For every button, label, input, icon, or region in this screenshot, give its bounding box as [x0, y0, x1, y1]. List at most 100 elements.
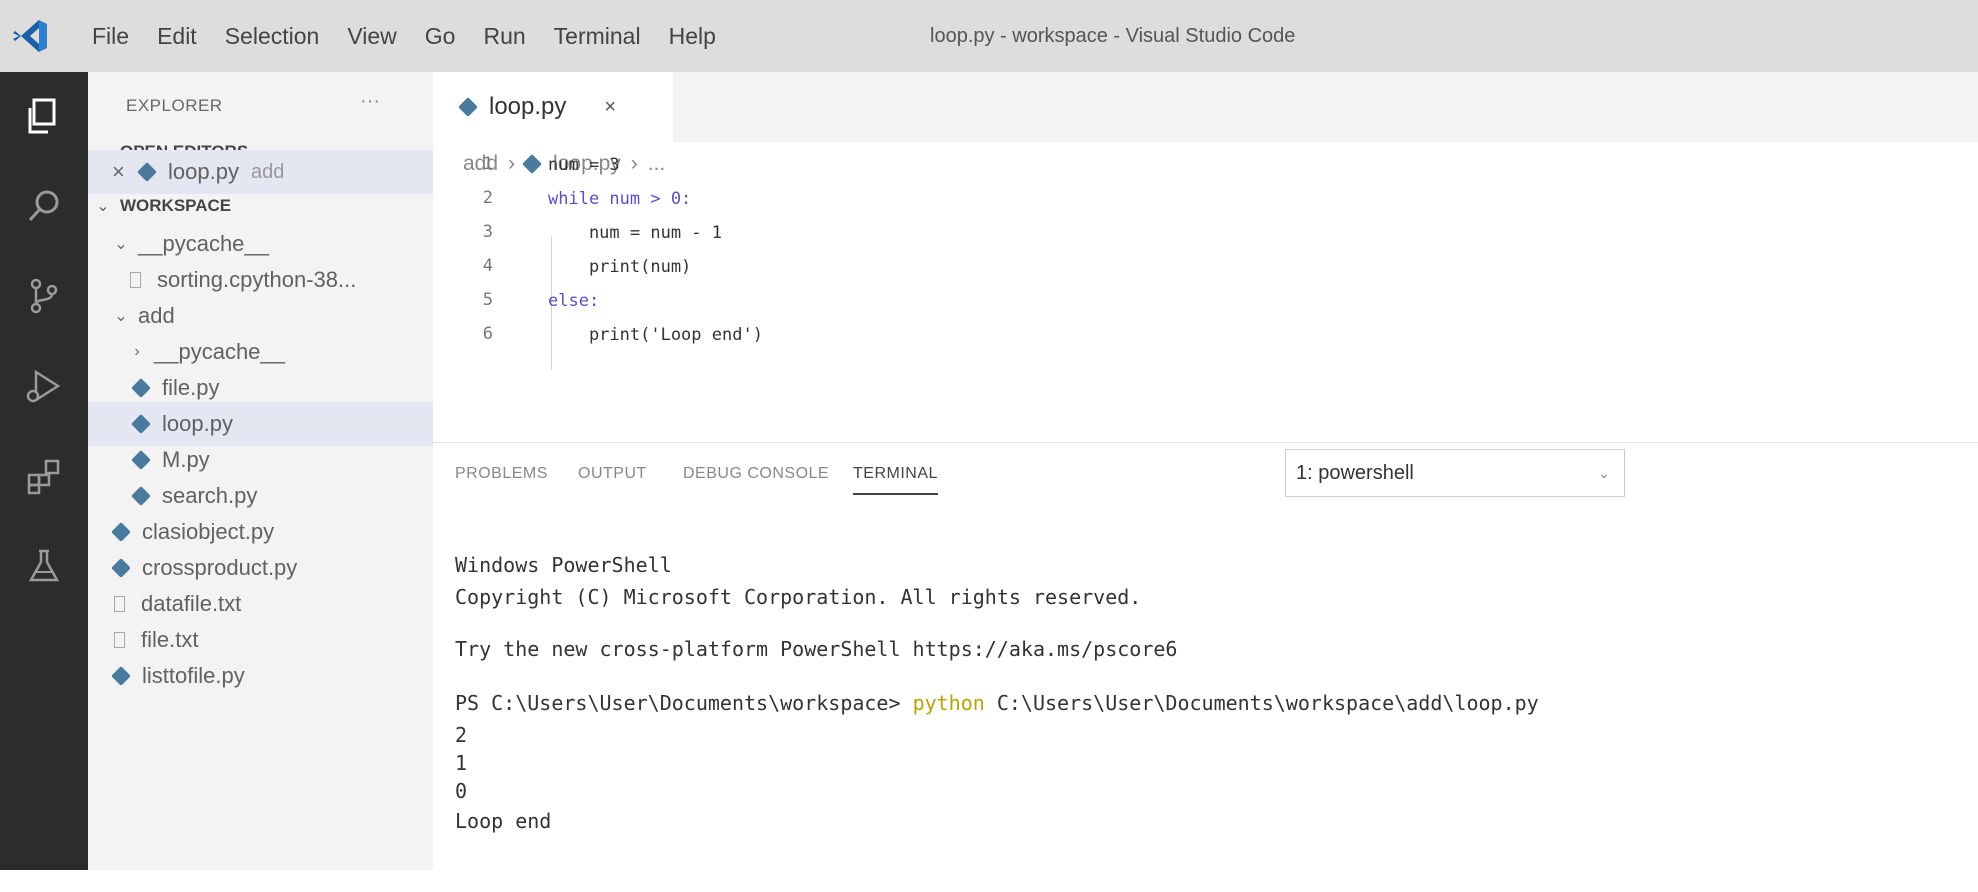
tree-item-label: clasiobject.py [142, 519, 275, 544]
code-line-text: num = 3 [548, 155, 620, 175]
code-text: num = num - 1 [548, 223, 722, 243]
tree-item-label: M.py [162, 447, 210, 472]
python-file-icon [131, 450, 151, 470]
source-control-icon[interactable] [14, 266, 74, 326]
python-file-icon [111, 666, 131, 686]
code-text: while num > 0: [548, 189, 691, 209]
line-number: 3 [482, 222, 493, 242]
tree-item-label: file.py [162, 375, 220, 400]
terminal-output: 0 [455, 779, 468, 803]
terminal-command: python [912, 691, 985, 715]
chevron-down-icon: ⌄ [114, 308, 128, 325]
menu-go[interactable]: Go [411, 23, 470, 50]
file-icon [114, 596, 125, 612]
editor-line-4: 4 print(num) [433, 249, 692, 283]
file-icon [114, 632, 125, 648]
editor-tab-bar: loop.py × [433, 72, 1978, 142]
tree-item-label: __pycache__ [154, 339, 285, 364]
line-number: 6 [482, 324, 493, 344]
menu-view[interactable]: View [333, 23, 410, 50]
menu-selection[interactable]: Selection [211, 23, 334, 50]
vscode-window: File Edit Selection View Go Run Terminal… [0, 0, 1978, 870]
menu-help[interactable]: Help [655, 23, 730, 50]
open-editor-dir: add [250, 160, 285, 183]
editor-line-3: 3 num = num - 1 [433, 215, 722, 249]
editor-line-5: 5 else: [433, 283, 599, 317]
editor-line-1: 1 num = 3 [433, 147, 620, 181]
code-line-text: print('Loop end') [548, 325, 763, 345]
code-text: print('Loop end') [548, 325, 763, 345]
run-debug-icon[interactable] [14, 356, 74, 416]
chevron-down-icon: ⌄ [1598, 464, 1610, 481]
python-file-icon [131, 486, 151, 506]
breadcrumb-symbol[interactable]: ... [648, 152, 666, 176]
menu-run[interactable]: Run [469, 23, 539, 50]
terminal-args: C:\Users\User\Documents\workspace\add\lo… [984, 691, 1539, 715]
extensions-icon[interactable] [14, 446, 74, 506]
tree-item-label: crossproduct.py [142, 555, 298, 580]
menu-edit[interactable]: Edit [143, 23, 211, 50]
terminal-output: 2 [455, 723, 468, 747]
terminal-line: Windows PowerShell [455, 553, 672, 577]
menu-terminal[interactable]: Terminal [540, 23, 655, 50]
tab-terminal[interactable]: TERMINAL [853, 465, 938, 495]
editor-line-6: 6 print('Loop end') [433, 317, 763, 351]
line-number: 5 [482, 290, 493, 310]
terminal-select-value: 1: powershell [1296, 461, 1414, 484]
more-actions-icon[interactable]: ··· [360, 90, 380, 113]
menu-bar: File Edit Selection View Go Run Terminal… [78, 23, 730, 50]
code-editor[interactable]: add › loop.py › ... 1 num = 3 2 while nu… [433, 142, 1978, 442]
terminal-select[interactable]: 1: powershell ⌄ [1285, 449, 1625, 497]
python-file-icon [111, 522, 131, 542]
tab-label: loop.py [489, 93, 567, 120]
menu-file[interactable]: File [78, 23, 143, 50]
bottom-panel: PROBLEMS OUTPUT DEBUG CONSOLE TERMINAL 1… [433, 442, 1978, 870]
terminal-prompt: PS C:\Users\User\Documents\workspace> [455, 691, 913, 715]
tree-item-label: loop.py [162, 411, 233, 436]
file-icon [130, 272, 141, 288]
terminal-output: 1 [455, 751, 468, 775]
python-file-icon [458, 97, 478, 117]
python-file-icon [522, 154, 542, 174]
tab-debug-console[interactable]: DEBUG CONSOLE [683, 465, 829, 483]
terminal-line: Copyright (C) Microsoft Corporation. All… [455, 585, 1142, 609]
tab-loop-py[interactable]: loop.py × [433, 72, 673, 142]
code-text: num = 3 [548, 155, 620, 175]
close-tab-icon[interactable]: × [604, 96, 616, 119]
chevron-down-icon: ⌄ [114, 236, 128, 253]
breadcrumb-separator: › [508, 152, 516, 175]
python-file-icon [131, 378, 151, 398]
explorer-title: EXPLORER [126, 96, 223, 115]
tree-item-label: file.txt [141, 627, 199, 652]
breadcrumb-separator: › [630, 152, 638, 175]
testing-flask-icon[interactable] [14, 536, 74, 596]
title-bar: File Edit Selection View Go Run Terminal… [0, 0, 1978, 72]
tree-item-label: datafile.txt [141, 591, 242, 616]
close-icon[interactable]: × [112, 159, 140, 185]
explorer-sidebar: EXPLORER ··· ⌄ OPEN EDITORS × loop.py ad… [88, 72, 433, 870]
python-file-icon [111, 558, 131, 578]
terminal-command-line: PS C:\Users\User\Documents\workspace> py… [455, 691, 1539, 715]
python-file-icon [137, 162, 157, 182]
tree-file-listtofile-py[interactable]: listtofile.py [88, 654, 433, 698]
line-number: 2 [482, 188, 493, 208]
search-icon[interactable] [14, 176, 74, 236]
open-editor-name: loop.py [168, 159, 239, 184]
code-line-text: print(num) [548, 257, 692, 277]
activity-bar [0, 72, 88, 870]
code-text: else: [548, 291, 599, 311]
chevron-right-icon: › [134, 343, 140, 360]
python-file-icon [131, 414, 151, 434]
terminal-line: Try the new cross-platform PowerShell ht… [455, 637, 1178, 661]
code-line-text: while num > 0: [548, 189, 692, 209]
explorer-icon[interactable] [14, 86, 74, 146]
line-number: 1 [482, 154, 493, 174]
tree-item-label: sorting.cpython-38... [157, 267, 357, 292]
tab-problems[interactable]: PROBLEMS [455, 465, 548, 483]
chevron-down-icon: ⌄ [96, 198, 110, 215]
tree-item-label: listtofile.py [142, 663, 245, 688]
workspace-label: WORKSPACE [120, 196, 232, 215]
editor-line-2: 2 while num > 0: [433, 181, 692, 215]
tab-output[interactable]: OUTPUT [578, 465, 647, 483]
line-number: 4 [482, 256, 493, 276]
